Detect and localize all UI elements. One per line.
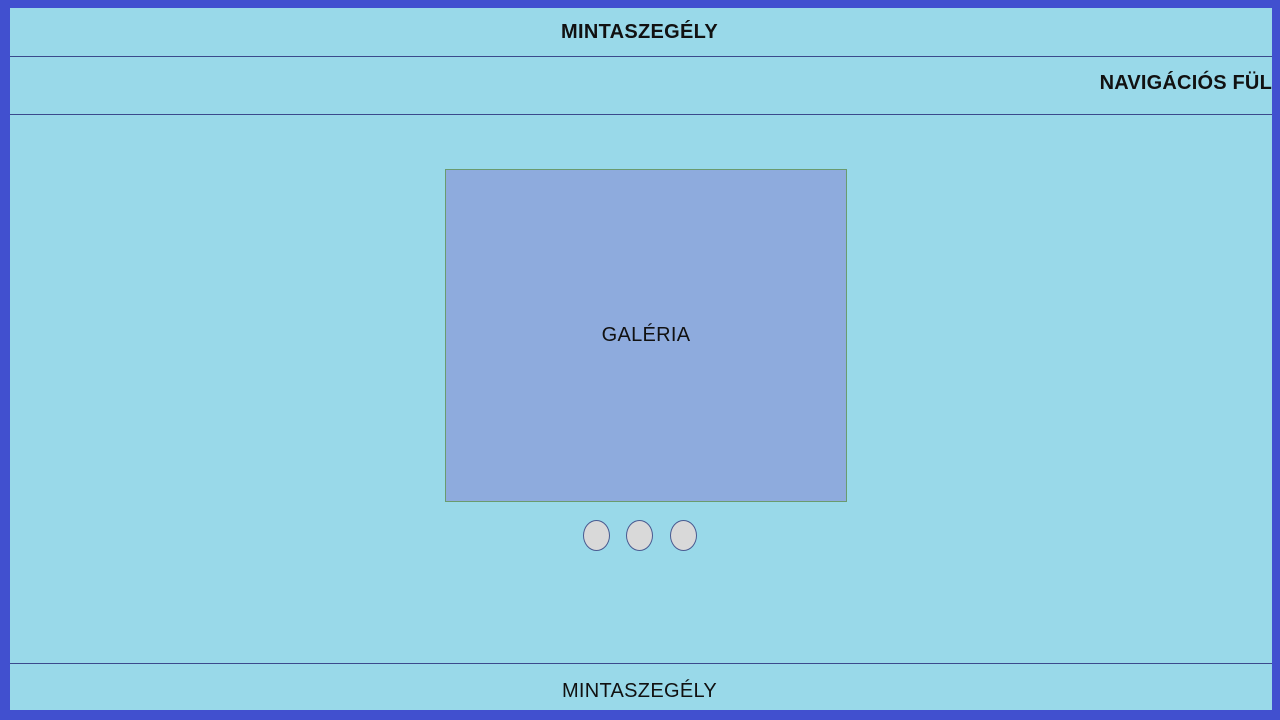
gallery-indicator-dot-1[interactable] bbox=[583, 520, 610, 551]
navigation-bar: NAVIGÁCIÓS FÜL bbox=[10, 57, 1272, 115]
page-frame: MINTASZEGÉLY NAVIGÁCIÓS FÜL GALÉRIA MINT… bbox=[10, 8, 1272, 710]
header: MINTASZEGÉLY bbox=[10, 8, 1272, 57]
header-title: MINTASZEGÉLY bbox=[561, 20, 718, 43]
gallery[interactable]: GALÉRIA bbox=[445, 169, 847, 502]
gallery-indicator-dot-3[interactable] bbox=[670, 520, 697, 551]
footer-title: MINTASZEGÉLY bbox=[561, 680, 718, 702]
navigation-tab[interactable]: NAVIGÁCIÓS FÜL bbox=[1100, 72, 1272, 95]
footer: MINTASZEGÉLY bbox=[10, 663, 1272, 710]
gallery-label: GALÉRIA bbox=[601, 323, 691, 346]
gallery-indicator-dot-2[interactable] bbox=[626, 520, 653, 551]
